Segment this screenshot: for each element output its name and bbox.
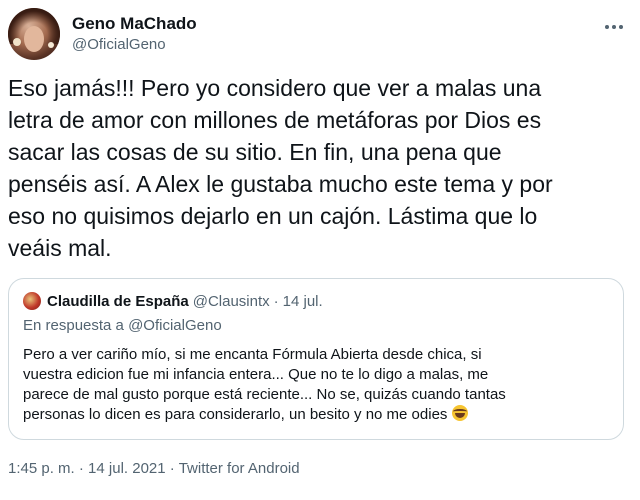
author-block: Geno MaChado @OficialGeno bbox=[72, 14, 197, 56]
avatar[interactable] bbox=[8, 8, 60, 60]
avatar-accessory bbox=[13, 38, 21, 46]
more-horizontal-icon bbox=[604, 14, 624, 35]
quoted-date: 14 jul. bbox=[282, 292, 323, 310]
quoted-handle: @Clausintx bbox=[192, 292, 270, 310]
quoted-tweet[interactable]: Claudilla de España @Clausintx · 14 jul.… bbox=[8, 278, 624, 440]
quoted-avatar bbox=[23, 292, 41, 310]
footer-separator: · bbox=[78, 460, 84, 477]
quoted-separator: · bbox=[273, 292, 279, 310]
tweet-text: Eso jamás!!! Pero yo considero que ver a… bbox=[8, 75, 553, 261]
tweet-card: Geno MaChado @OficialGeno Eso jamás!!! P… bbox=[0, 0, 640, 500]
rolling-on-floor-laughing-icon bbox=[451, 405, 468, 421]
quoted-display-name: Claudilla de España bbox=[47, 292, 189, 310]
tweet-metadata: 1:45 p. m. · 14 jul. 2021 · Twitter for … bbox=[8, 460, 300, 477]
more-options-button[interactable] bbox=[600, 10, 628, 38]
avatar-accessory bbox=[48, 42, 54, 48]
quoted-text-body: Pero a ver cariño mío, si me encanta Fór… bbox=[23, 346, 506, 423]
tweet-source[interactable]: Twitter for Android bbox=[179, 460, 300, 477]
tweet-time[interactable]: 1:45 p. m. bbox=[8, 460, 75, 477]
author-display-name[interactable]: Geno MaChado bbox=[72, 14, 197, 34]
footer-separator: · bbox=[169, 460, 175, 477]
tweet-header: Geno MaChado @OficialGeno bbox=[8, 8, 632, 64]
quoted-text: Pero a ver cariño mío, si me encanta Fór… bbox=[23, 345, 613, 425]
tweet-date[interactable]: 14 jul. 2021 bbox=[88, 460, 166, 477]
avatar-face bbox=[24, 26, 44, 52]
quoted-tweet-header: Claudilla de España @Clausintx · 14 jul. bbox=[23, 291, 323, 311]
author-handle[interactable]: @OficialGeno bbox=[72, 34, 197, 56]
reply-context: En respuesta a @OficialGeno bbox=[23, 317, 222, 334]
